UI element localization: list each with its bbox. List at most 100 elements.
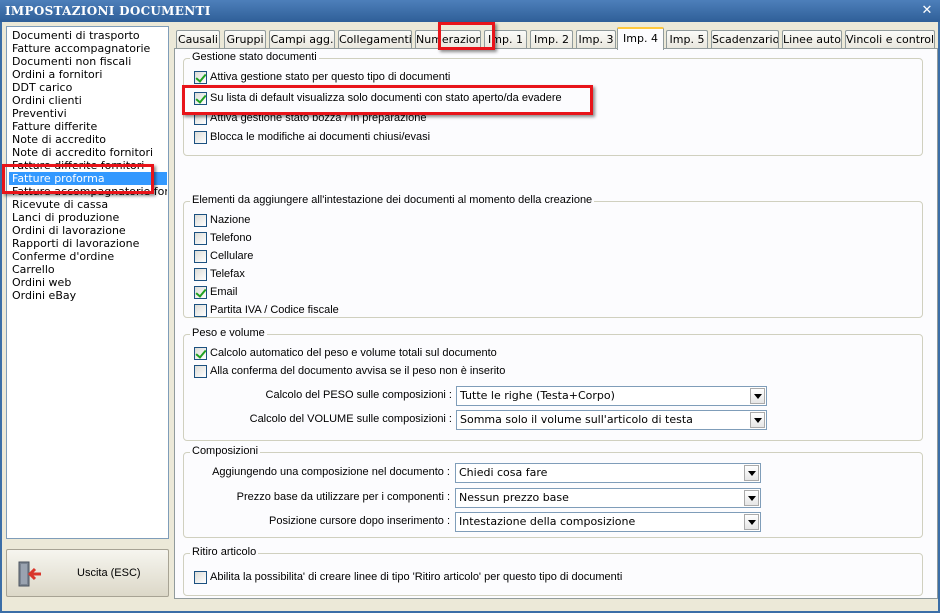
checkbox-box[interactable] bbox=[194, 286, 207, 299]
tab-gruppi[interactable]: Gruppi bbox=[224, 30, 266, 49]
list-item[interactable]: Ordini web bbox=[9, 276, 167, 289]
field-calcolo-volume: Calcolo del VOLUME sulle composizioni : … bbox=[184, 410, 924, 430]
exit-button-label: Uscita (ESC) bbox=[77, 567, 141, 579]
group-title: Ritiro articolo bbox=[190, 546, 259, 558]
list-item[interactable]: Note di accredito fornitori bbox=[9, 146, 167, 159]
list-item[interactable]: Documenti di trasporto bbox=[9, 29, 167, 42]
checkbox-label: Attiva gestione stato bozza / in prepara… bbox=[210, 112, 427, 124]
list-item[interactable]: DDT carico bbox=[9, 81, 167, 94]
list-item[interactable]: Note di accredito bbox=[9, 133, 167, 146]
tab-numerazioni[interactable]: Numerazioni bbox=[415, 30, 481, 49]
list-item[interactable]: Ordini di lavorazione bbox=[9, 224, 167, 237]
field-label: Posizione cursore dopo inserimento : bbox=[269, 515, 450, 527]
tab-collegamenti[interactable]: Collegamenti bbox=[338, 30, 412, 49]
group-composizioni: Composizioni Aggiungendo una composizion… bbox=[183, 445, 924, 538]
select-calcolo-volume[interactable]: Somma solo il volume sull'articolo di te… bbox=[456, 410, 767, 430]
checkbox-label: Abilita la possibilita' di creare linee … bbox=[210, 571, 623, 583]
tab-imp-5[interactable]: Imp. 5 bbox=[666, 30, 708, 49]
checkbox-box[interactable] bbox=[194, 268, 207, 281]
group-title: Elementi da aggiungere all'intestazione … bbox=[190, 194, 595, 206]
title-bar[interactable]: IMPOSTAZIONI DOCUMENTI ✕ bbox=[0, 0, 940, 22]
group-title: Gestione stato documenti bbox=[190, 51, 319, 63]
tab-causali[interactable]: Causali bbox=[176, 30, 220, 49]
field-label: Calcolo del PESO sulle composizioni : bbox=[265, 389, 452, 401]
list-item[interactable]: Ordini a fornitori bbox=[9, 68, 167, 81]
list-item[interactable]: Fatture accompagnatorie fornitori bbox=[9, 185, 167, 198]
checkbox-label: Email bbox=[210, 286, 238, 298]
tab-imp-1[interactable]: Imp. 1 bbox=[484, 30, 527, 49]
field-label: Calcolo del VOLUME sulle composizioni : bbox=[249, 413, 452, 425]
chevron-down-icon[interactable] bbox=[744, 514, 759, 530]
list-item[interactable]: Documenti non fiscali bbox=[9, 55, 167, 68]
checkbox-label: Calcolo automatico del peso e volume tot… bbox=[210, 347, 497, 359]
chevron-down-icon[interactable] bbox=[744, 490, 759, 506]
list-item[interactable]: Ordini eBay bbox=[9, 289, 167, 302]
checkbox-box[interactable] bbox=[194, 250, 207, 263]
list-item[interactable]: Rapporti di lavorazione bbox=[9, 237, 167, 250]
list-item[interactable]: Lanci di produzione bbox=[9, 211, 167, 224]
tab-imp-2[interactable]: Imp. 2 bbox=[530, 30, 573, 49]
exit-door-icon bbox=[18, 561, 41, 587]
checkbox-box[interactable] bbox=[194, 131, 207, 144]
checkbox-label: Blocca le modifiche ai documenti chiusi/… bbox=[210, 131, 431, 143]
tab-strip: Causali Gruppi Campi agg. Collegamenti N… bbox=[174, 27, 938, 50]
checkbox-label: Su lista di default visualizza solo docu… bbox=[210, 92, 562, 104]
list-item[interactable]: Fatture differite fornitori bbox=[9, 159, 167, 172]
select-prezzo-base[interactable]: Nessun prezzo base bbox=[455, 488, 761, 508]
select-value: Nessun prezzo base bbox=[459, 491, 569, 504]
field-label: Prezzo base da utilizzare per i componen… bbox=[236, 491, 450, 503]
tab-scadenzario[interactable]: Scadenzario bbox=[711, 30, 779, 49]
checkbox-box[interactable] bbox=[194, 214, 207, 227]
checkbox-box[interactable] bbox=[194, 304, 207, 317]
list-item[interactable]: Carrello bbox=[9, 263, 167, 276]
list-item[interactable]: Conferme d'ordine bbox=[9, 250, 167, 263]
settings-window: IMPOSTAZIONI DOCUMENTI ✕ Documenti di tr… bbox=[0, 0, 940, 613]
select-value: Chiedi cosa fare bbox=[459, 466, 548, 479]
list-item-selected[interactable]: Fatture proforma bbox=[9, 172, 167, 185]
tab-campi-agg[interactable]: Campi agg. bbox=[269, 30, 335, 49]
close-icon[interactable]: ✕ bbox=[920, 2, 934, 18]
select-aggiungendo-composizione[interactable]: Chiedi cosa fare bbox=[455, 463, 761, 483]
chevron-down-icon[interactable] bbox=[744, 465, 759, 481]
select-calcolo-peso[interactable]: Tutte le righe (Testa+Corpo) bbox=[456, 386, 767, 406]
tab-imp-4[interactable]: Imp. 4 bbox=[617, 27, 664, 50]
chevron-down-icon[interactable] bbox=[750, 412, 765, 428]
tab-imp-3[interactable]: Imp. 3 bbox=[576, 30, 616, 49]
checkbox-label: Telefax bbox=[210, 268, 245, 280]
list-item[interactable]: Ricevute di cassa bbox=[9, 198, 167, 211]
tab-panel-imp-4: Gestione stato documenti Attiva gestione… bbox=[174, 48, 938, 599]
group-gestione-stato: Gestione stato documenti Attiva gestione… bbox=[183, 51, 923, 156]
list-item[interactable]: Fatture accompagnatorie bbox=[9, 42, 167, 55]
field-prezzo-base: Prezzo base da utilizzare per i componen… bbox=[184, 488, 924, 508]
exit-button[interactable]: Uscita (ESC) bbox=[6, 549, 169, 597]
checkbox-box[interactable] bbox=[194, 571, 207, 584]
checkbox-label: Cellulare bbox=[210, 250, 254, 262]
field-calcolo-peso: Calcolo del PESO sulle composizioni : Tu… bbox=[184, 386, 924, 406]
field-label: Aggiungendo una composizione nel documen… bbox=[212, 466, 450, 478]
group-intestazione: Elementi da aggiungere all'intestazione … bbox=[183, 194, 923, 318]
checkbox-box[interactable] bbox=[194, 365, 207, 378]
field-aggiungendo-composizione: Aggiungendo una composizione nel documen… bbox=[184, 463, 924, 483]
group-peso-volume: Peso e volume Calcolo automatico del pes… bbox=[183, 327, 924, 441]
group-title: Composizioni bbox=[190, 445, 261, 457]
tab-vincoli-e-controlli[interactable]: Vincoli e controlli bbox=[845, 30, 935, 49]
list-item[interactable]: Preventivi bbox=[9, 107, 167, 120]
checkbox-box[interactable] bbox=[194, 347, 207, 360]
chevron-down-icon[interactable] bbox=[750, 388, 765, 404]
list-item[interactable]: Fatture differite bbox=[9, 120, 167, 133]
checkbox-label: Alla conferma del documento avvisa se il… bbox=[210, 365, 506, 377]
group-title: Peso e volume bbox=[190, 327, 267, 339]
select-value: Somma solo il volume sull'articolo di te… bbox=[460, 413, 693, 426]
select-posizione-cursore[interactable]: Intestazione della composizione bbox=[455, 512, 761, 532]
checkbox-box[interactable] bbox=[194, 92, 207, 105]
document-type-list[interactable]: Documenti di trasporto Fatture accompagn… bbox=[6, 26, 169, 539]
checkbox-box[interactable] bbox=[194, 71, 207, 84]
tab-linee-auto[interactable]: Linee auto bbox=[782, 30, 842, 49]
checkbox-label: Attiva gestione stato per questo tipo di… bbox=[210, 71, 451, 83]
checkbox-box[interactable] bbox=[194, 232, 207, 245]
list-item[interactable]: Ordini clienti bbox=[9, 94, 167, 107]
field-posizione-cursore: Posizione cursore dopo inserimento : Int… bbox=[184, 512, 924, 532]
checkbox-label: Nazione bbox=[210, 214, 251, 226]
checkbox-box[interactable] bbox=[194, 112, 207, 125]
window-client: Documenti di trasporto Fatture accompagn… bbox=[2, 22, 938, 611]
